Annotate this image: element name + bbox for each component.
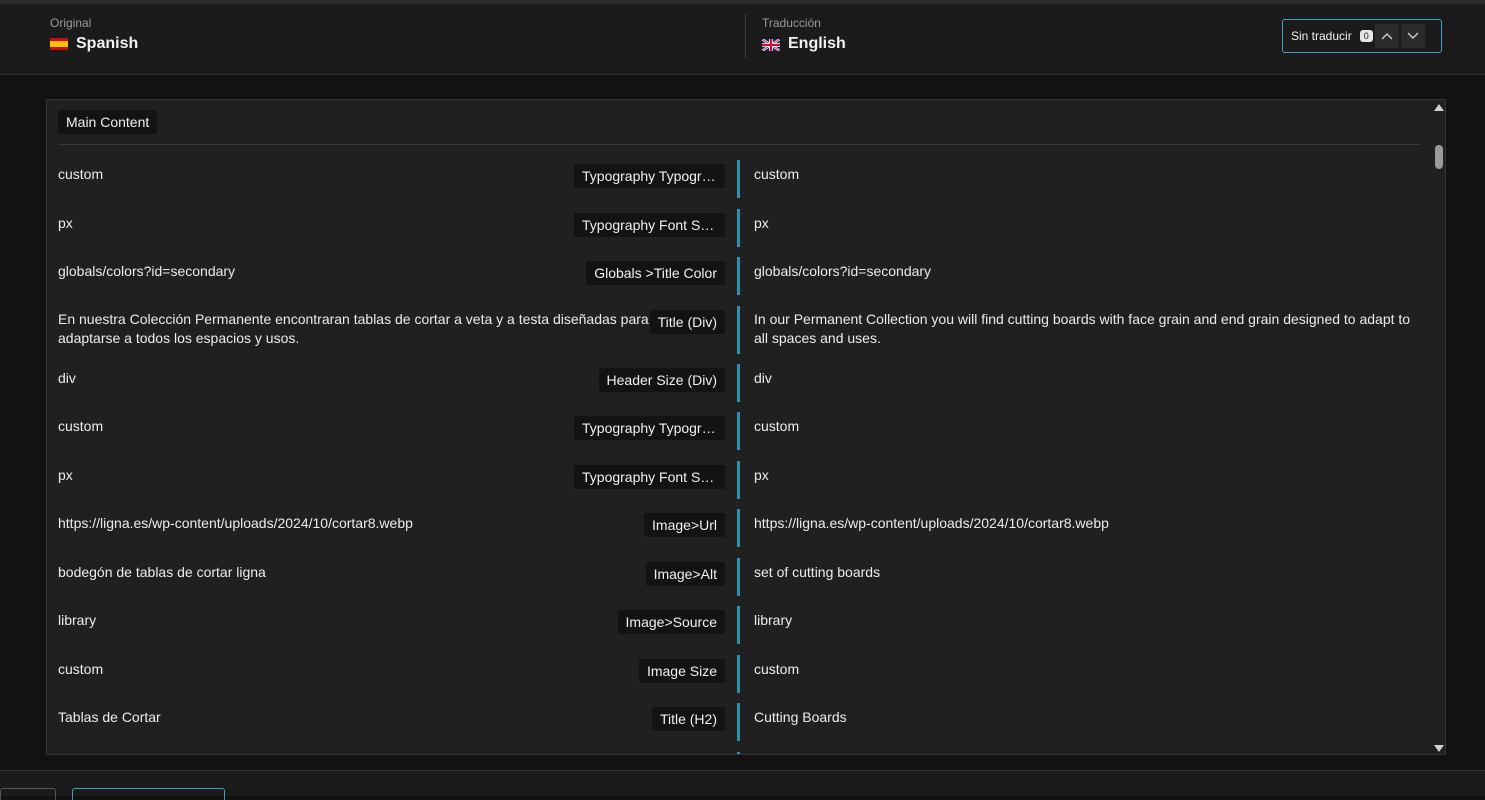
language-header: Original Spanish Traducción English Sin … bbox=[0, 4, 1485, 75]
row-accent-bar bbox=[737, 752, 740, 754]
original-language: Original Spanish bbox=[50, 16, 138, 53]
translation-field[interactable]: px bbox=[754, 214, 1422, 233]
source-text: bodegón de tablas de cortar ligna bbox=[58, 564, 266, 580]
row-accent-bar bbox=[737, 461, 740, 499]
row-accent-bar bbox=[737, 306, 740, 354]
translation-field[interactable]: Cutting Boards bbox=[754, 708, 1422, 727]
row-accent-bar bbox=[737, 703, 740, 741]
source-text: px bbox=[58, 467, 73, 483]
footer-primary-button[interactable] bbox=[72, 788, 225, 800]
field-tag: Typography Typography bbox=[574, 416, 725, 440]
row-accent-bar bbox=[737, 558, 740, 596]
translation-row: div Header Size (Div) div bbox=[47, 362, 1431, 410]
uk-flag-icon bbox=[761, 38, 781, 52]
source-text: px bbox=[58, 215, 73, 231]
source-text: En nuestra Colección Permanente encontra… bbox=[58, 311, 649, 346]
translation-row: globals/colors?id=secondary Globals >Tit… bbox=[47, 255, 1431, 303]
field-tag: Image>Source bbox=[617, 610, 725, 634]
row-accent-bar bbox=[737, 606, 740, 644]
translation-row: custom Image Size custom bbox=[47, 653, 1431, 701]
section-label: Main Content bbox=[58, 110, 158, 134]
source-text: custom bbox=[58, 166, 104, 182]
original-caption: Original bbox=[50, 16, 92, 30]
spain-flag-icon bbox=[50, 38, 68, 50]
translation-row: custom Typography Typography custom bbox=[47, 410, 1431, 458]
source-text: library bbox=[58, 612, 97, 628]
translation-caption: Traducción bbox=[762, 16, 821, 30]
source-text: Tablas de Cortar bbox=[58, 709, 161, 725]
source-text: custom bbox=[58, 661, 104, 677]
translation-field[interactable]: custom bbox=[754, 417, 1422, 436]
chevron-up-icon bbox=[1381, 33, 1393, 40]
translation-language: Traducción English bbox=[761, 16, 846, 53]
footer-bar bbox=[0, 770, 1485, 800]
translation-field[interactable]: In our Permanent Collection you will fin… bbox=[754, 310, 1422, 348]
translation-row: px Typography Font Size px bbox=[47, 459, 1431, 507]
row-accent-bar bbox=[737, 655, 740, 693]
translation-row: https://ligna.es/wp-content/uploads/2024… bbox=[47, 507, 1431, 555]
scrollbar[interactable] bbox=[1432, 100, 1445, 754]
source-text: div bbox=[58, 370, 76, 386]
field-tag: Image Size bbox=[638, 659, 725, 683]
translation-field[interactable]: library bbox=[754, 611, 1422, 630]
field-tag: Image>Url bbox=[644, 513, 725, 537]
row-accent-bar bbox=[737, 364, 740, 402]
original-language-name: Spanish bbox=[76, 35, 139, 52]
translation-row: px Typography Font Size px bbox=[47, 207, 1431, 255]
translation-field[interactable]: custom bbox=[754, 165, 1422, 184]
source-text: https://ligna.es/wp-content/uploads/2024… bbox=[58, 515, 413, 531]
untranslated-count-badge: 0 bbox=[1359, 30, 1373, 42]
scroll-down-arrow-icon[interactable] bbox=[1434, 745, 1444, 752]
section-divider bbox=[58, 144, 1420, 145]
translation-row: Tablas de Cortar Title (H2) Cutting Boar… bbox=[47, 701, 1431, 749]
field-tag: Typography Font Size bbox=[574, 465, 725, 489]
translation-field[interactable]: set of cutting boards bbox=[754, 563, 1422, 582]
translation-row: library Image>Source library bbox=[47, 604, 1431, 652]
field-tag: Title (H2) bbox=[651, 707, 725, 731]
header-divider bbox=[745, 14, 746, 58]
translation-row: bodegón de tablas de cortar ligna Image>… bbox=[47, 556, 1431, 604]
previous-untranslated-button[interactable] bbox=[1374, 24, 1399, 48]
translation-row: En nuestra Colección Permanente encontra… bbox=[47, 304, 1431, 362]
scroll-up-arrow-icon[interactable] bbox=[1434, 104, 1444, 111]
translation-panel: Main Content custom Typography Typograph… bbox=[46, 99, 1446, 755]
translation-field[interactable]: globals/colors?id=secondary bbox=[754, 262, 1422, 281]
translation-language-name: English bbox=[788, 35, 846, 52]
row-accent-bar bbox=[737, 209, 740, 247]
untranslated-navigator: Sin traducir 0 bbox=[1282, 19, 1442, 53]
source-text: globals/colors?id=secondary bbox=[58, 263, 236, 279]
source-text: custom bbox=[58, 418, 104, 434]
field-tag: Header Size (Div) bbox=[598, 368, 725, 392]
untranslated-label: Sin traducir bbox=[1291, 29, 1352, 43]
translation-field[interactable]: px bbox=[754, 466, 1422, 485]
row-accent-bar bbox=[737, 509, 740, 547]
row-accent-bar bbox=[737, 160, 740, 198]
next-untranslated-button[interactable] bbox=[1400, 24, 1425, 48]
field-tag: Typography Font Size bbox=[574, 213, 725, 237]
translation-field[interactable]: div bbox=[754, 369, 1422, 388]
scrollbar-thumb[interactable] bbox=[1435, 145, 1443, 169]
translation-row: custom Typography Typography custom bbox=[47, 158, 1431, 206]
row-accent-bar bbox=[737, 412, 740, 450]
chevron-down-icon bbox=[1407, 32, 1419, 39]
footer-button[interactable] bbox=[0, 788, 56, 800]
translation-field[interactable]: https://ligna.es/wp-content/uploads/2024… bbox=[754, 514, 1422, 533]
field-tag: Typography Typography bbox=[574, 164, 725, 188]
row-accent-bar bbox=[737, 257, 740, 295]
translation-field[interactable]: custom bbox=[754, 660, 1422, 679]
field-tag: Globals >Title Color bbox=[586, 261, 725, 285]
field-tag: Image>Alt bbox=[645, 562, 725, 586]
field-tag: Title (Div) bbox=[649, 310, 725, 334]
